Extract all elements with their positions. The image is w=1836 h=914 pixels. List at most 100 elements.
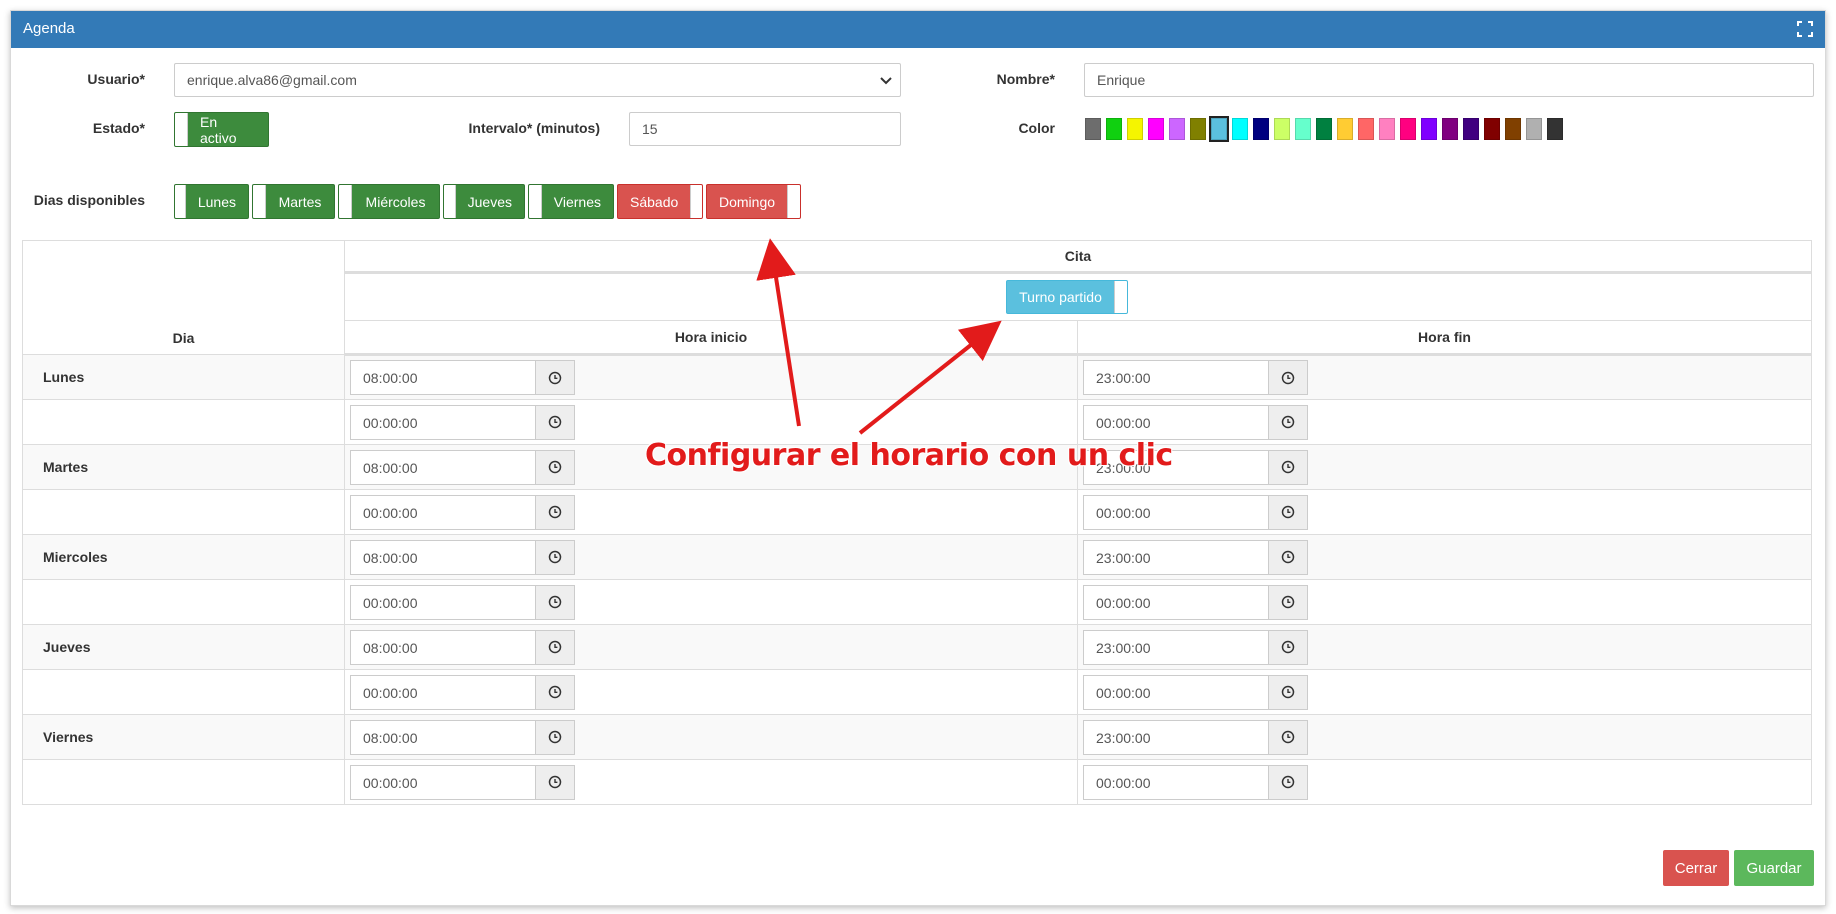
color-swatch[interactable] (1106, 118, 1122, 140)
hora-inicio-input[interactable]: 08:00:00 (350, 449, 536, 485)
color-swatch[interactable] (1442, 118, 1458, 140)
hora-inicio-input[interactable]: 00:00:00 (350, 404, 536, 440)
color-swatch[interactable] (1358, 118, 1374, 140)
clock-icon[interactable] (1269, 584, 1308, 620)
color-swatch[interactable] (1190, 118, 1206, 140)
row-start-cell: 08:00:00 (344, 354, 1078, 400)
clock-icon[interactable] (536, 539, 575, 575)
color-swatch[interactable] (1505, 118, 1521, 140)
toggle-handle (175, 113, 188, 146)
turno-partido-label: Turno partido (1019, 289, 1102, 305)
hora-inicio-input[interactable]: 00:00:00 (350, 764, 536, 800)
clock-icon[interactable] (1269, 539, 1308, 575)
row-end-cell: 23:00:00 (1077, 354, 1812, 400)
clock-icon[interactable] (536, 719, 575, 755)
table-row: 00:00:00 00:00:00 (22, 489, 1812, 535)
clock-icon[interactable] (1269, 764, 1308, 800)
row-start-cell: 00:00:00 (344, 759, 1078, 805)
clock-icon[interactable] (1269, 404, 1308, 440)
hora-fin-input[interactable]: 23:00:00 (1083, 629, 1269, 665)
color-swatch[interactable] (1400, 118, 1416, 140)
dia-toggle-7[interactable]: Domingo (706, 184, 801, 219)
clock-icon[interactable] (1269, 629, 1308, 665)
color-swatch[interactable] (1421, 118, 1437, 140)
estado-toggle[interactable]: En activo (174, 112, 269, 147)
hora-fin-input[interactable]: 00:00:00 (1083, 494, 1269, 530)
row-end-cell: 00:00:00 (1077, 399, 1812, 445)
cita-header: Cita (344, 240, 1812, 274)
row-start-cell: 00:00:00 (344, 579, 1078, 625)
dia-toggle-6[interactable]: Sábado (617, 184, 703, 219)
hora-inicio-input[interactable]: 00:00:00 (350, 494, 536, 530)
color-swatch[interactable] (1232, 118, 1248, 140)
color-swatch[interactable] (1547, 118, 1563, 140)
color-swatch[interactable] (1253, 118, 1269, 140)
expand-icon[interactable] (1797, 21, 1813, 37)
clock-icon[interactable] (536, 360, 575, 395)
dia-toggle-3[interactable]: Miércoles (338, 184, 440, 219)
hora-fin-input[interactable]: 00:00:00 (1083, 404, 1269, 440)
hora-inicio-input[interactable]: 08:00:00 (350, 360, 536, 395)
hora-fin-input[interactable]: 23:00:00 (1083, 539, 1269, 575)
chevron-down-icon (880, 77, 892, 85)
intervalo-value: 15 (642, 121, 658, 137)
clock-icon[interactable] (1269, 674, 1308, 710)
color-swatch[interactable] (1148, 118, 1164, 140)
color-swatch[interactable] (1337, 118, 1353, 140)
cerrar-button[interactable]: Cerrar (1663, 850, 1729, 886)
clock-icon[interactable] (536, 584, 575, 620)
toggle-handle (529, 185, 542, 218)
row-end-cell: 00:00:00 (1077, 489, 1812, 535)
annotation-text: Configurar el horario con un clic (645, 438, 1173, 473)
hora-fin-input[interactable]: 00:00:00 (1083, 764, 1269, 800)
row-start-cell: 00:00:00 (344, 669, 1078, 715)
clock-icon[interactable] (536, 764, 575, 800)
hora-fin-input[interactable]: 00:00:00 (1083, 674, 1269, 710)
color-label: Color (1018, 120, 1055, 136)
color-swatch[interactable] (1316, 118, 1332, 140)
hora-fin-input[interactable]: 00:00:00 (1083, 584, 1269, 620)
color-swatch[interactable] (1209, 116, 1229, 142)
hora-inicio-input[interactable]: 08:00:00 (350, 719, 536, 755)
clock-icon[interactable] (536, 674, 575, 710)
usuario-select[interactable]: enrique.alva86@gmail.com (174, 63, 901, 97)
clock-icon[interactable] (1269, 449, 1308, 485)
hora-inicio-input[interactable]: 00:00:00 (350, 674, 536, 710)
color-swatch[interactable] (1085, 118, 1101, 140)
table-row: Miercoles 08:00:00 23:00:00 (22, 534, 1812, 580)
color-swatch[interactable] (1295, 118, 1311, 140)
dia-toggle-1[interactable]: Lunes (174, 184, 249, 219)
hora-inicio-input[interactable]: 08:00:00 (350, 539, 536, 575)
dia-toggle-5[interactable]: Viernes (528, 184, 614, 219)
color-swatch[interactable] (1484, 118, 1500, 140)
color-swatch[interactable] (1274, 118, 1290, 140)
turno-partido-toggle[interactable]: Turno partido (1006, 280, 1128, 314)
clock-icon[interactable] (1269, 494, 1308, 530)
clock-icon[interactable] (536, 494, 575, 530)
hora-fin-input[interactable]: 23:00:00 (1083, 719, 1269, 755)
hora-inicio-input[interactable]: 08:00:00 (350, 629, 536, 665)
schedule-table: Dia Cita Turno partido Hora inicio Hora … (22, 240, 1812, 805)
row-day: Lunes (22, 354, 345, 400)
clock-icon[interactable] (536, 449, 575, 485)
dias-label: Dias disponibles (33, 192, 145, 208)
hora-inicio-input[interactable]: 00:00:00 (350, 584, 536, 620)
color-swatch[interactable] (1463, 118, 1479, 140)
turno-cell: Turno partido (344, 272, 1812, 321)
color-swatch[interactable] (1127, 118, 1143, 140)
row-start-cell: 08:00:00 (344, 534, 1078, 580)
color-swatch[interactable] (1379, 118, 1395, 140)
clock-icon[interactable] (1269, 719, 1308, 755)
clock-icon[interactable] (1269, 360, 1308, 395)
hora-fin-input[interactable]: 23:00:00 (1083, 360, 1269, 395)
clock-icon[interactable] (536, 404, 575, 440)
guardar-button[interactable]: Guardar (1734, 850, 1814, 886)
intervalo-input[interactable]: 15 (629, 112, 901, 146)
clock-icon[interactable] (536, 629, 575, 665)
row-start-cell: 08:00:00 (344, 624, 1078, 670)
dia-toggle-4[interactable]: Jueves (443, 184, 525, 219)
dia-toggle-2[interactable]: Martes (252, 184, 335, 219)
nombre-input[interactable]: Enrique (1084, 63, 1814, 97)
color-swatch[interactable] (1526, 118, 1542, 140)
color-swatch[interactable] (1169, 118, 1185, 140)
